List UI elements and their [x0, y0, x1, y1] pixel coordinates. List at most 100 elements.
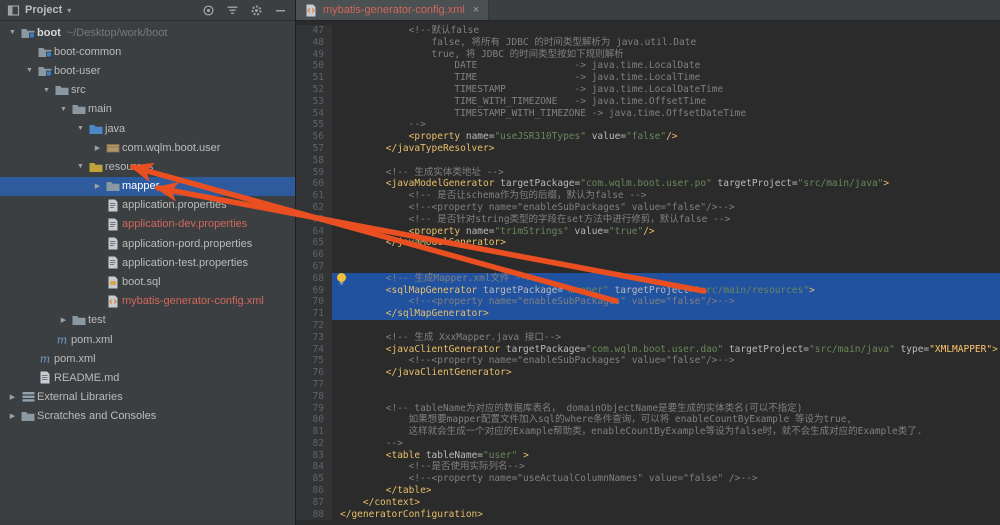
tree-item-boot-sql[interactable]: boot.sql [0, 272, 295, 291]
code-line-68[interactable]: 68 <!-- 生成Mapper.xml文件 --> [296, 273, 1000, 285]
tree-item-application-dev-properties[interactable]: application-dev.properties [0, 215, 295, 234]
tree-item-application-pord-properties[interactable]: application-pord.properties [0, 234, 295, 253]
collapse-arrow-icon[interactable]: ▶ [91, 182, 104, 190]
line-number: 62 [296, 202, 332, 214]
tree-item-label: README.md [54, 372, 119, 384]
code-line-78[interactable]: 78 [296, 391, 1000, 403]
tree-item-src[interactable]: ▼src [0, 81, 295, 100]
code-line-82[interactable]: 82 --> [296, 438, 1000, 450]
collapse-all-icon[interactable] [226, 4, 239, 17]
tree-item-external-libraries[interactable]: ▶External Libraries [0, 388, 295, 407]
code-line-69[interactable]: 69 <sqlMapGenerator targetPackage="mappe… [296, 285, 1000, 297]
tree-item-scratches-and-consoles[interactable]: ▶Scratches and Consoles [0, 407, 295, 426]
code-line-61[interactable]: 61 <!-- 是否让schema作为包的后缀，默认为false --> [296, 190, 1000, 202]
code-line-79[interactable]: 79 <!-- tableName为对应的数据库表名， domainObject… [296, 403, 1000, 415]
line-number: 56 [296, 131, 332, 143]
tree-item-pom-xml[interactable]: mpom.xml [0, 349, 295, 368]
chevron-down-icon[interactable]: ▾ [67, 6, 71, 15]
line-number: 63 [296, 214, 332, 226]
code-line-80[interactable]: 80 如果想要mapper配置文件加入sql的where条件查询，可以将 ena… [296, 414, 1000, 426]
expand-arrow-icon[interactable]: ▼ [57, 106, 70, 113]
code-line-50[interactable]: 50 DATE -> java.time.LocalDate [296, 60, 1000, 72]
code-line-81[interactable]: 81 这样就会生成一个对应的Example帮助类，enableCountByEx… [296, 426, 1000, 438]
code-line-49[interactable]: 49 true, 将 JDBC 的时间类型按如下规则解析 [296, 49, 1000, 61]
code-line-62[interactable]: 62 <!--<property name="enableSubPackages… [296, 202, 1000, 214]
hide-panel-icon[interactable] [274, 4, 287, 17]
ide-window: Project ▾ ▼boot~/Desktop/work/bootboot-c… [0, 0, 1000, 525]
line-number: 72 [296, 320, 332, 332]
code-line-47[interactable]: 47 <!--默认false [296, 25, 1000, 37]
code-line-85[interactable]: 85 <!--<property name="useActualColumnNa… [296, 473, 1000, 485]
code-line-59[interactable]: 59 <!-- 生成实体类地址 --> [296, 167, 1000, 179]
tree-item-boot[interactable]: ▼boot~/Desktop/work/boot [0, 23, 295, 42]
expand-arrow-icon[interactable]: ▼ [74, 163, 87, 170]
tree-item-com-wqlm-boot-user[interactable]: ▶com.wqlm.boot.user [0, 138, 295, 157]
code-line-86[interactable]: 86 </table> [296, 485, 1000, 497]
code-line-57[interactable]: 57 </javaTypeResolver> [296, 143, 1000, 155]
code-line-71[interactable]: 71 </sqlMapGenerator> [296, 308, 1000, 320]
line-number: 84 [296, 461, 332, 473]
code-text: 如果想要mapper配置文件加入sql的where条件查询，可以将 enable… [332, 414, 1000, 426]
expand-arrow-icon[interactable]: ▼ [74, 125, 87, 132]
tree-item-mapper[interactable]: ▶mapper [0, 177, 295, 196]
tree-item-main[interactable]: ▼main [0, 100, 295, 119]
tree-item-application-properties[interactable]: application.properties [0, 196, 295, 215]
code-line-67[interactable]: 67 [296, 261, 1000, 273]
code-text: false, 将所有 JDBC 的时间类型解析为 java.util.Date [332, 37, 1000, 49]
code-line-63[interactable]: 63 <!-- 是否针对string类型的字段在set方法中进行修剪，默认fal… [296, 214, 1000, 226]
code-line-88[interactable]: 88</generatorConfiguration> [296, 509, 1000, 521]
code-line-51[interactable]: 51 TIME -> java.time.LocalTime [296, 72, 1000, 84]
code-line-72[interactable]: 72 [296, 320, 1000, 332]
code-line-48[interactable]: 48 false, 将所有 JDBC 的时间类型解析为 java.util.Da… [296, 37, 1000, 49]
code-line-77[interactable]: 77 [296, 379, 1000, 391]
collapse-arrow-icon[interactable]: ▶ [91, 144, 104, 152]
code-line-66[interactable]: 66 [296, 249, 1000, 261]
code-line-58[interactable]: 58 [296, 155, 1000, 167]
code-line-52[interactable]: 52 TIMESTAMP -> java.time.LocalDateTime [296, 84, 1000, 96]
code-text: </generatorConfiguration> [332, 509, 1000, 521]
code-text [332, 155, 1000, 167]
tree-item-boot-user[interactable]: ▼ boot-user [0, 61, 295, 80]
collapse-arrow-icon[interactable]: ▶ [57, 316, 70, 324]
tree-item-application-test-properties[interactable]: application-test.properties [0, 253, 295, 272]
tree-item-test[interactable]: ▶test [0, 311, 295, 330]
code-line-74[interactable]: 74 <javaClientGenerator targetPackage="c… [296, 344, 1000, 356]
close-tab-icon[interactable]: × [473, 4, 479, 16]
code-line-55[interactable]: 55 --> [296, 119, 1000, 131]
tree-item-boot-common[interactable]: boot-common [0, 42, 295, 61]
code-line-83[interactable]: 83 <table tableName="user" > [296, 450, 1000, 462]
xml-file-icon [104, 295, 122, 308]
code-line-76[interactable]: 76 </javaClientGenerator> [296, 367, 1000, 379]
tree-item-pom-xml[interactable]: mpom.xml [0, 330, 295, 349]
expand-arrow-icon[interactable]: ▼ [40, 87, 53, 94]
tab-mybatis-generator-config-xml[interactable]: mybatis-generator-config.xml × [296, 0, 489, 20]
code-line-56[interactable]: 56 <property name="useJSR310Types" value… [296, 131, 1000, 143]
tree-item-label: boot-user [54, 65, 100, 77]
code-line-60[interactable]: 60 <javaModelGenerator targetPackage="co… [296, 178, 1000, 190]
tree-item-java[interactable]: ▼java [0, 119, 295, 138]
code-line-87[interactable]: 87 </context> [296, 497, 1000, 509]
line-number: 66 [296, 249, 332, 261]
code-line-65[interactable]: 65 </javaModelGenerator> [296, 237, 1000, 249]
code-line-84[interactable]: 84 <!--是否使用实际列名--> [296, 461, 1000, 473]
code-line-64[interactable]: 64 <property name="trimStrings" value="t… [296, 226, 1000, 238]
collapse-arrow-icon[interactable]: ▶ [6, 393, 19, 401]
code-text: --> [332, 119, 1000, 131]
code-line-75[interactable]: 75 <!--<property name="enableSubPackages… [296, 355, 1000, 367]
code-line-54[interactable]: 54 TIMESTAMP_WITH_TIMEZONE -> java.time.… [296, 108, 1000, 120]
collapse-arrow-icon[interactable]: ▶ [6, 412, 19, 420]
code-line-70[interactable]: 70 <!--<property name="enableSubPackages… [296, 296, 1000, 308]
tree-item-resources[interactable]: ▼resources [0, 157, 295, 176]
locate-file-icon[interactable] [202, 4, 215, 17]
tree-item-mybatis-generator-config-xml[interactable]: mybatis-generator-config.xml [0, 292, 295, 311]
expand-arrow-icon[interactable]: ▼ [6, 29, 19, 36]
expand-arrow-icon[interactable]: ▼ [23, 67, 36, 74]
tree-item-readme-md[interactable]: README.md [0, 368, 295, 387]
project-panel-title[interactable]: Project [25, 4, 62, 16]
code-line-53[interactable]: 53 TIME_WITH_TIMEZONE -> java.time.Offse… [296, 96, 1000, 108]
code-line-73[interactable]: 73 <!-- 生成 XxxMapper.java 接口--> [296, 332, 1000, 344]
intention-bulb-icon[interactable] [335, 272, 348, 286]
svg-text:m: m [40, 353, 50, 366]
settings-gear-icon[interactable] [250, 4, 263, 17]
code-editor[interactable]: 47 <!--默认false48 false, 将所有 JDBC 的时间类型解析… [296, 21, 1000, 525]
